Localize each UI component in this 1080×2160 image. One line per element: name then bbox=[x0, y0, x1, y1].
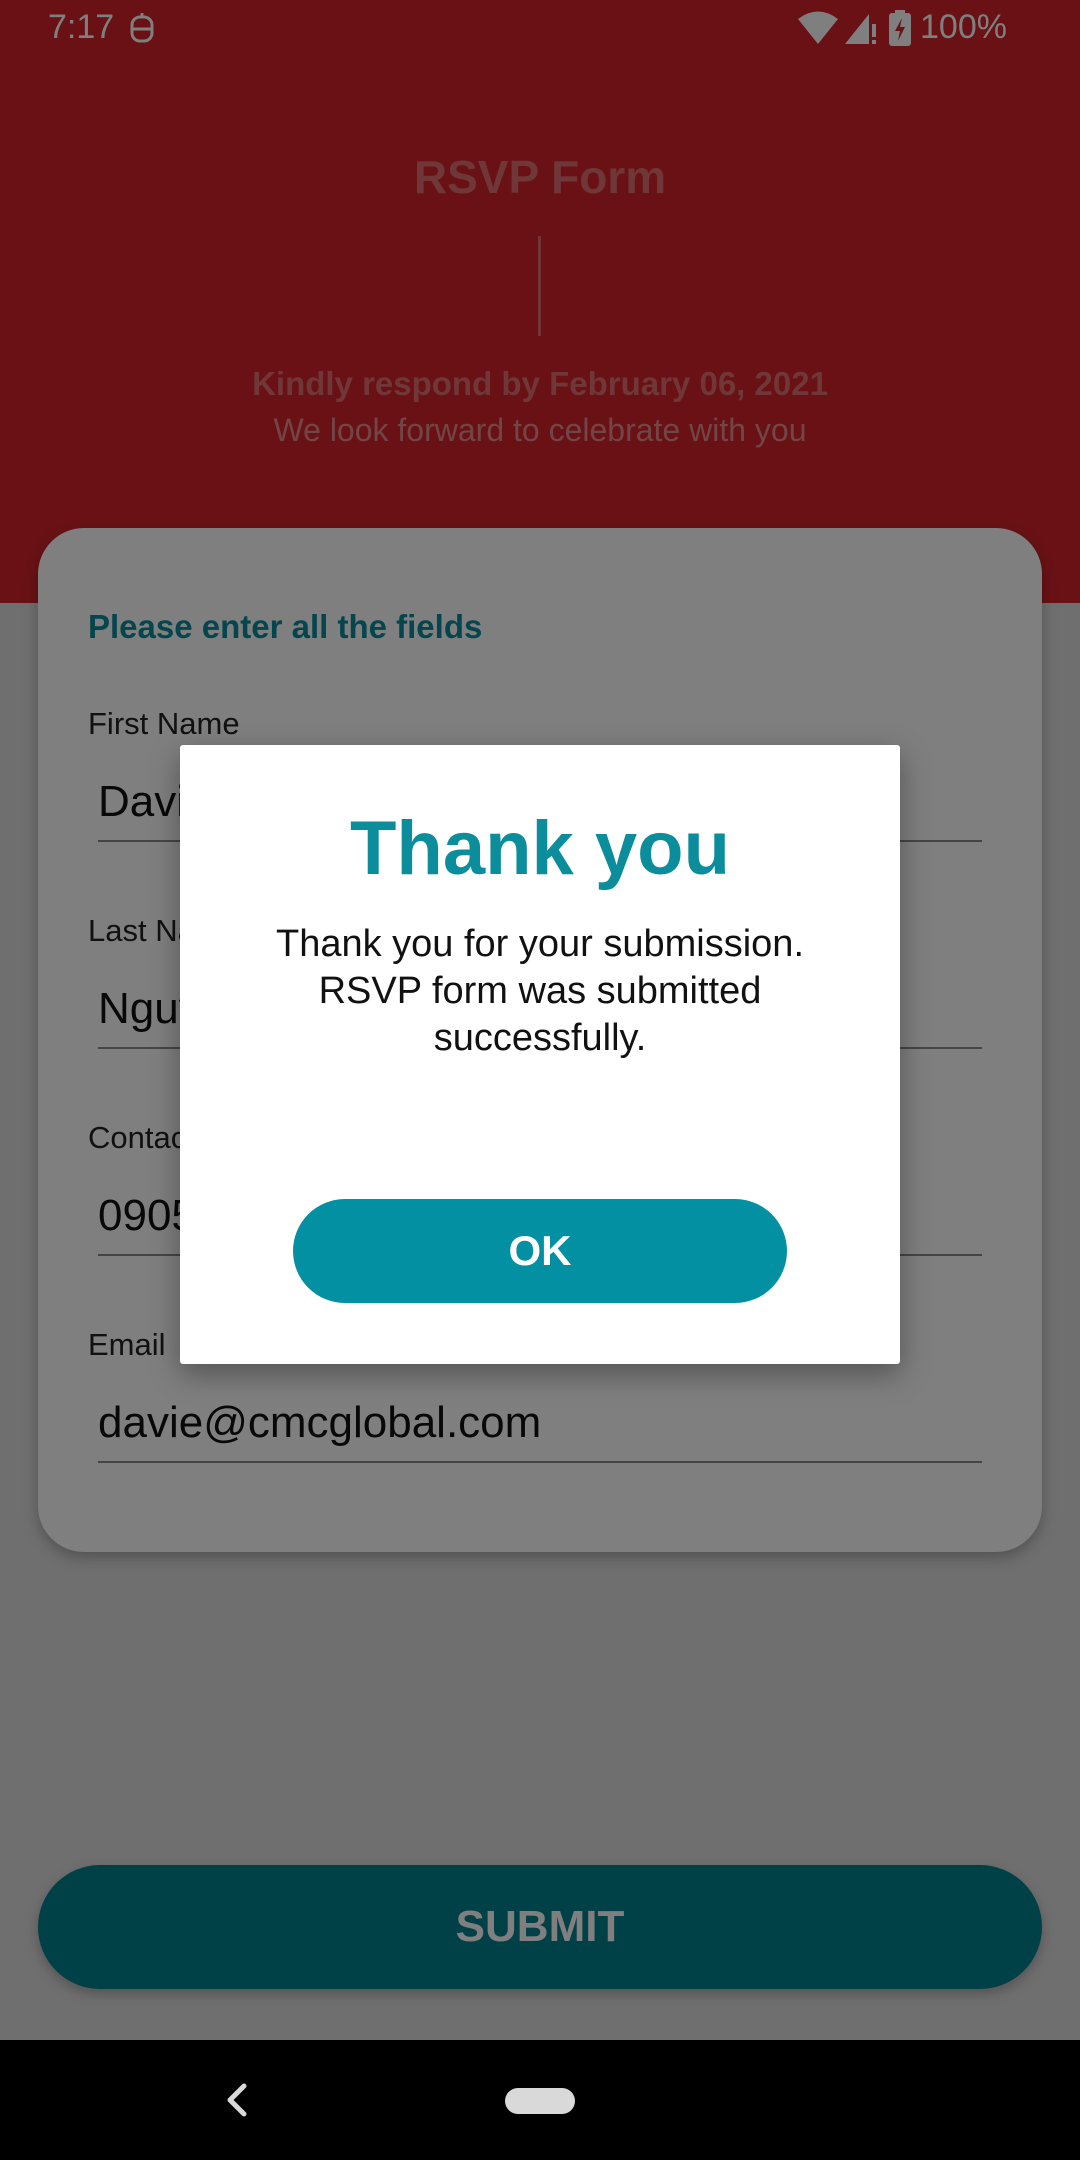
back-icon[interactable] bbox=[222, 2078, 252, 2122]
dialog-title: Thank you bbox=[349, 806, 731, 891]
dialog-message: Thank you for your submission. RSVP form… bbox=[275, 923, 804, 1059]
screen: 7:17 100% RSVP Form Kindly respond by Fe… bbox=[0, 0, 1080, 2160]
thank-you-dialog: Thank you Thank you for your submission.… bbox=[180, 745, 900, 1364]
ok-button[interactable]: OK bbox=[293, 1199, 787, 1303]
home-button[interactable] bbox=[505, 2088, 575, 2114]
